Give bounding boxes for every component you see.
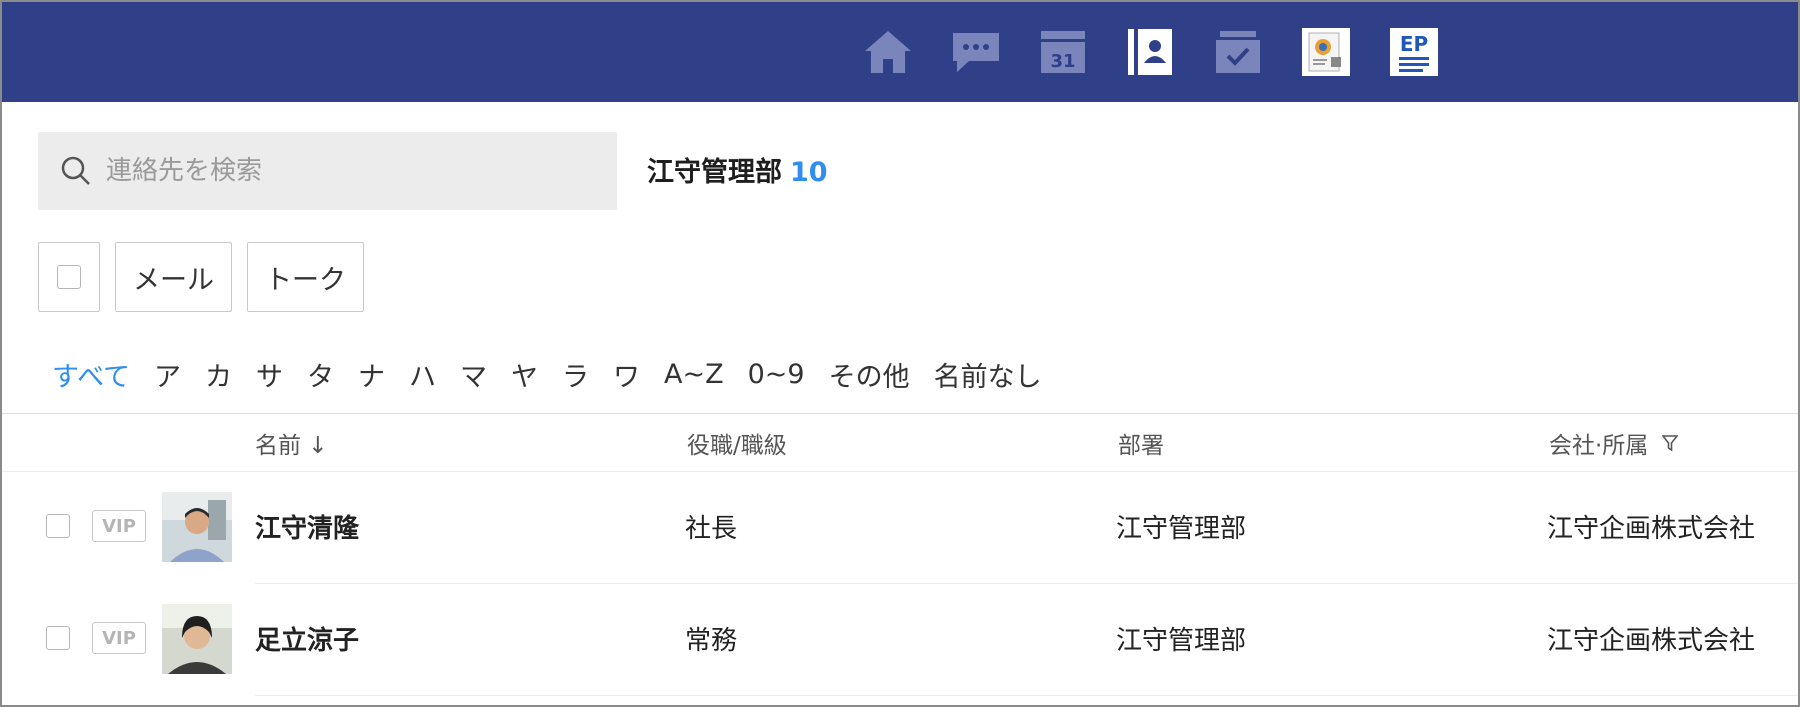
select-all-button[interactable] — [38, 242, 100, 312]
calendar-icon[interactable]: 31 — [1035, 24, 1091, 80]
contacts-window: 31 EP 連絡先を検索 江守管理部 10 メール トーク すべて ア カ サ … — [0, 0, 1800, 707]
column-header-title[interactable]: 役職/職級 — [687, 426, 787, 460]
column-header-company-label: 会社·所属 — [1549, 433, 1649, 459]
index-numeric[interactable]: 0~9 — [748, 359, 805, 390]
index-na[interactable]: ナ — [358, 355, 385, 394]
filter-icon[interactable] — [1662, 434, 1679, 452]
group-title: 江守管理部 10 — [647, 150, 828, 189]
index-filter: すべて ア カ サ タ ナ ハ マ ヤ ラ ワ A~Z 0~9 その他 名前なし — [52, 354, 1066, 394]
vip-badge[interactable]: VIP — [92, 622, 146, 654]
home-icon[interactable] — [860, 24, 916, 80]
index-ra[interactable]: ラ — [562, 355, 589, 394]
divider — [2, 413, 1798, 414]
smart-portal-icon[interactable]: EP — [1386, 24, 1442, 80]
contacts-icon[interactable] — [1122, 24, 1178, 80]
row-divider — [255, 695, 1798, 696]
group-name: 江守管理部 — [647, 157, 782, 188]
index-ma[interactable]: マ — [460, 355, 487, 394]
top-nav-bar: 31 EP — [2, 2, 1798, 102]
column-header-company[interactable]: 会社·所属 — [1549, 426, 1679, 460]
talk-button[interactable]: トーク — [247, 242, 364, 312]
contact-company: 江守企画株式会社 — [1547, 514, 1756, 544]
group-member-count: 10 — [790, 157, 828, 188]
index-ta[interactable]: タ — [307, 355, 334, 394]
table-row[interactable]: VIP 足立涼子 常務 江守管理部 江守企画株式会社 — [2, 584, 1798, 696]
index-wa[interactable]: ワ — [613, 355, 640, 394]
index-no-name[interactable]: 名前なし — [934, 355, 1042, 394]
svg-text:EP: EP — [1400, 32, 1428, 56]
table-row[interactable]: VIP 江守清隆 社長 江守管理部 江守企画株式会社 — [2, 472, 1798, 584]
search-icon — [61, 156, 90, 185]
search-bar[interactable] — [38, 132, 617, 210]
mail-button[interactable]: メール — [115, 242, 232, 312]
contact-department: 江守管理部 — [1116, 514, 1247, 544]
index-ha[interactable]: ハ — [409, 355, 436, 394]
row-checkbox[interactable] — [46, 514, 70, 538]
index-sa[interactable]: サ — [256, 355, 283, 394]
avatar — [162, 604, 232, 674]
index-other[interactable]: その他 — [829, 355, 910, 394]
column-header-name[interactable]: 名前 ↓ — [255, 426, 328, 460]
contact-department: 江守管理部 — [1116, 626, 1247, 656]
search-input[interactable] — [106, 156, 576, 186]
column-header-department[interactable]: 部署 — [1118, 426, 1164, 460]
document-app-icon[interactable] — [1298, 24, 1354, 80]
index-alpha[interactable]: A~Z — [664, 359, 724, 390]
contact-title: 社長 — [685, 514, 738, 544]
index-ka[interactable]: カ — [205, 355, 232, 394]
index-all[interactable]: すべて — [52, 355, 130, 394]
row-checkbox[interactable] — [46, 626, 70, 650]
contact-name[interactable]: 足立涼子 — [255, 620, 359, 657]
index-a[interactable]: ア — [154, 355, 181, 394]
avatar — [162, 492, 232, 562]
contact-title: 常務 — [685, 626, 738, 656]
select-all-checkbox[interactable] — [57, 265, 81, 289]
contact-name[interactable]: 江守清隆 — [255, 508, 359, 545]
task-icon[interactable] — [1210, 24, 1266, 80]
vip-badge[interactable]: VIP — [92, 510, 146, 542]
chat-icon[interactable] — [948, 24, 1004, 80]
index-ya[interactable]: ヤ — [511, 355, 538, 394]
calendar-day-text: 31 — [1050, 51, 1075, 72]
contact-company: 江守企画株式会社 — [1547, 626, 1756, 656]
